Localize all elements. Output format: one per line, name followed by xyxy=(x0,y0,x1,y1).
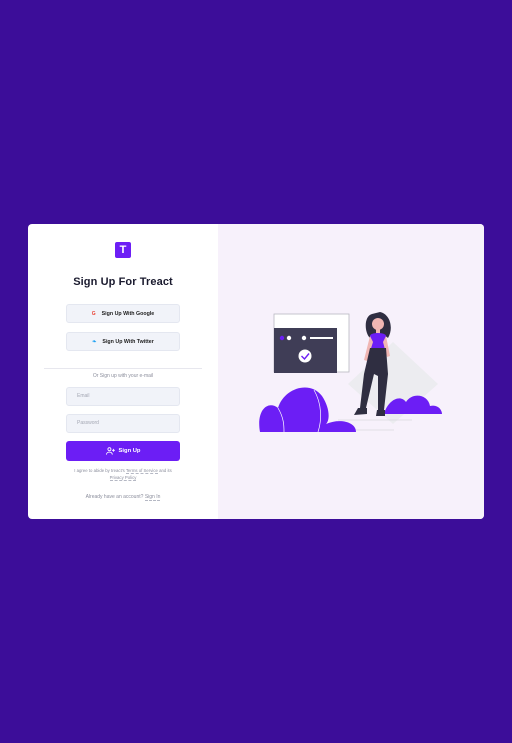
signup-form-panel: T Sign Up For Treact G Sign Up With Goog… xyxy=(28,224,218,519)
email-placeholder: Email xyxy=(77,393,90,399)
terms-and: and its xyxy=(159,468,172,473)
illustration-dot xyxy=(279,335,285,341)
google-signup-label: Sign Up With Google xyxy=(101,310,155,317)
terms-prefix: I agree to abide by treact's xyxy=(74,468,125,473)
signup-illustration xyxy=(259,312,442,433)
signin-link[interactable]: Sign In xyxy=(144,494,161,501)
email-field[interactable]: Email xyxy=(66,387,180,406)
signin-prefix: Already have an account? xyxy=(85,494,144,500)
password-field[interactable]: Password xyxy=(66,414,180,433)
illustration-panel xyxy=(218,224,484,519)
user-plus-icon xyxy=(105,447,115,455)
page-title: Sign Up For Treact xyxy=(73,276,173,288)
illustration-dot xyxy=(301,335,307,341)
terms-of-service-link[interactable]: Terms of Service xyxy=(125,468,158,474)
signup-submit-button[interactable]: Sign Up xyxy=(66,441,180,461)
password-placeholder: Password xyxy=(77,420,99,426)
terms-text: I agree to abide by treact's Terms of Se… xyxy=(66,468,180,481)
google-signup-button[interactable]: G Sign Up With Google xyxy=(66,304,180,323)
twitter-signup-label: Sign Up With Twitter xyxy=(102,338,154,345)
signup-submit-label: Sign Up xyxy=(118,448,141,454)
twitter-signup-button[interactable]: ❧ Sign Up With Twitter xyxy=(66,332,180,351)
treact-logo[interactable]: T xyxy=(115,242,131,258)
signup-card: T Sign Up For Treact G Sign Up With Goog… xyxy=(28,224,484,519)
signin-prompt: Already have an account? Sign In xyxy=(28,494,218,501)
illustration-dot xyxy=(286,335,292,341)
divider: Or Sign up with your e-mail xyxy=(28,364,218,382)
divider-text: Or Sign up with your e-mail xyxy=(88,373,158,379)
illustration-plant-left xyxy=(259,387,356,432)
google-icon: G xyxy=(91,310,96,317)
illustration-bar xyxy=(310,337,333,339)
illustration-check-circle xyxy=(298,349,312,363)
twitter-icon: ❧ xyxy=(92,338,97,345)
privacy-policy-link[interactable]: Privacy Policy xyxy=(109,474,137,481)
